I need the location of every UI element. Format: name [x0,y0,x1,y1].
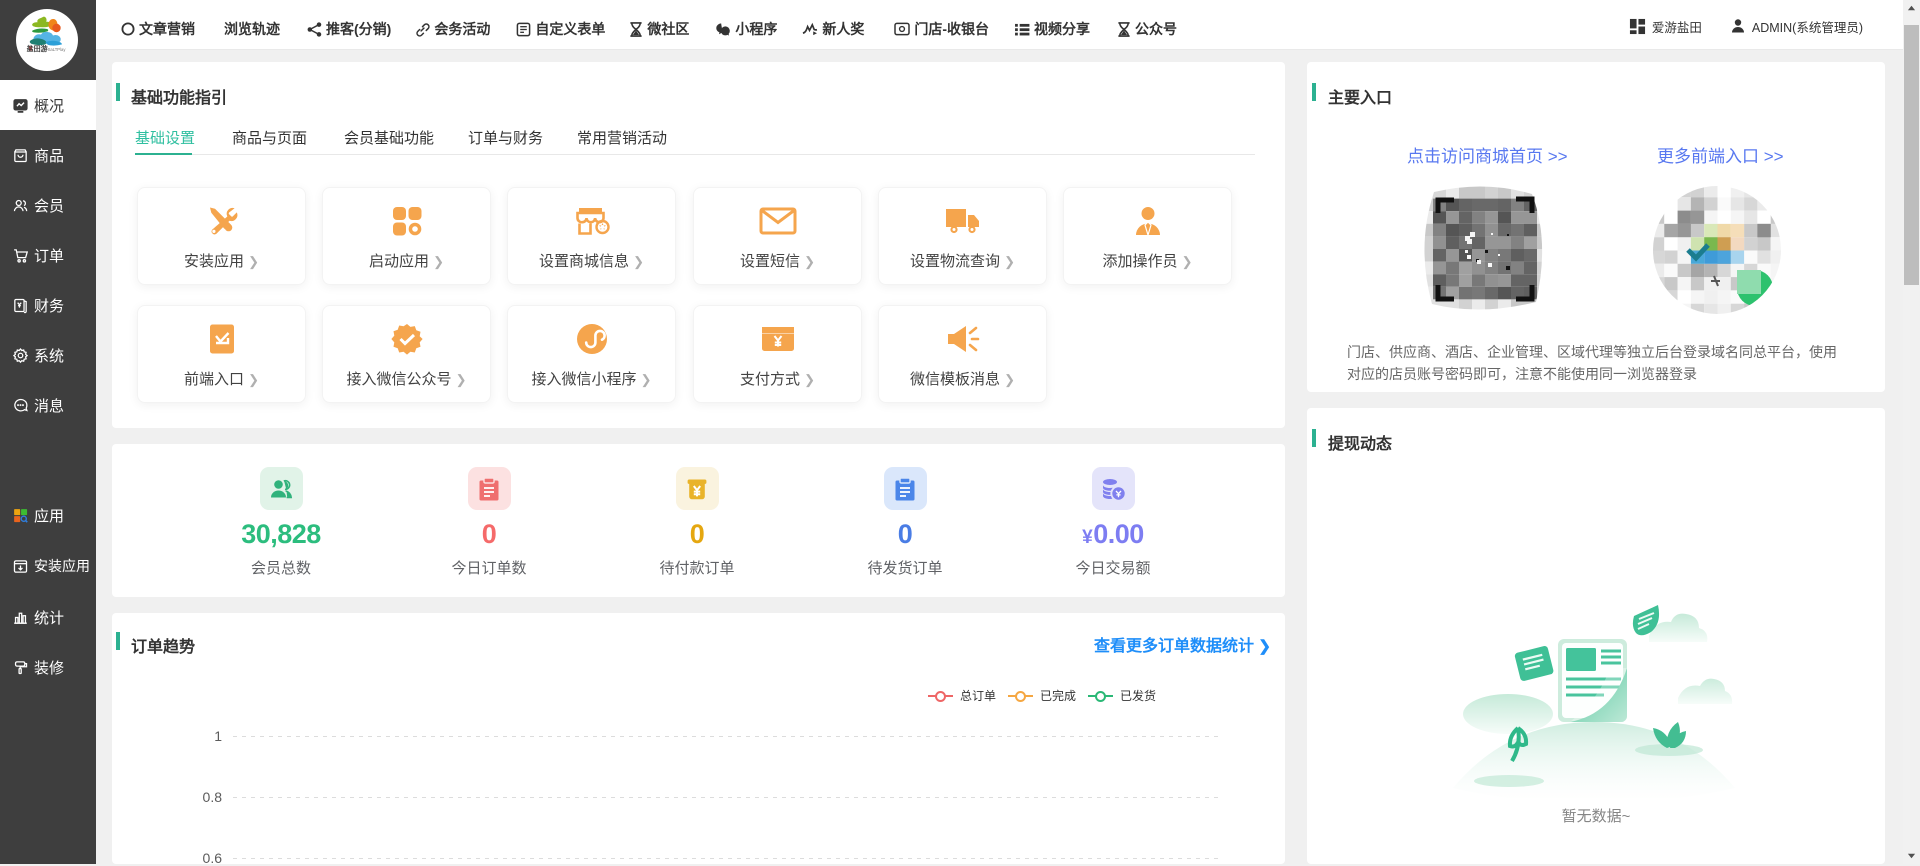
svg-text:盐田游SaLTPlay: 盐田游SaLTPlay [27,44,67,53]
